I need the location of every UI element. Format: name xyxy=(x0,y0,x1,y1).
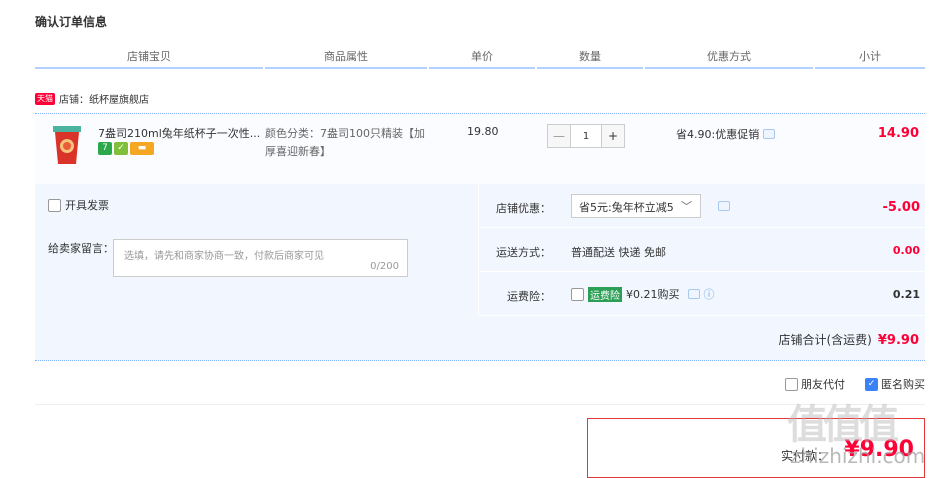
left-options: 开具发票 给卖家留言： 选填，请先和商家协商一致，付款后商家可见 0/200 xyxy=(35,184,478,316)
col-header-qty: 数量 xyxy=(537,48,643,69)
product-name-link[interactable]: 7盎司210ml兔年纸杯子一次性... xyxy=(98,125,263,141)
purchase-options: 朋友代付 ✓ 匿名购买 xyxy=(785,376,925,392)
order-options-panel: 开具发票 给卖家留言： 选填，请先和商家协商一致，付款后商家可见 0/200 店… xyxy=(35,184,926,361)
shipping-method: 普通配送 快递 免邮 xyxy=(571,246,666,259)
invoice-label: 开具发票 xyxy=(65,199,109,212)
table-header: 店铺宝贝 商品属性 单价 数量 优惠方式 小计 xyxy=(35,48,925,69)
shop-name-link[interactable]: 店铺：纸杯屋旗舰店 xyxy=(59,91,149,106)
anonymous-option[interactable]: ✓ 匿名购买 xyxy=(865,376,925,392)
promo-text: 省4.90:优惠促销 xyxy=(676,128,760,141)
col-header-subtotal: 小计 xyxy=(815,48,925,69)
table-row: 7盎司210ml兔年纸杯子一次性... 7 ✓ ▬ 颜色分类：7盎司100只精装… xyxy=(35,113,925,184)
promo-info: 省4.90:优惠促销 xyxy=(676,126,776,142)
message-char-count: 0/200 xyxy=(370,261,399,272)
insurance-row: 运费险： 运费险 ¥0.21购买 ⓘ 0.21 xyxy=(479,272,926,316)
watermark-site: zhizhizhi.com xyxy=(790,444,926,468)
friend-pay-option[interactable]: 朋友代付 xyxy=(785,376,845,392)
shop-discount-select[interactable]: 省5元:兔年杯立减5 ﹀ xyxy=(571,194,701,218)
shop-discount-value: -5.00 xyxy=(882,200,920,215)
col-header-promo: 优惠方式 xyxy=(645,48,813,69)
friend-pay-checkbox[interactable] xyxy=(785,377,798,391)
shop-total: 店铺合计(含运费) ¥9.90 xyxy=(779,331,920,348)
shop-row: 天猫 店铺：纸杯屋旗舰店 xyxy=(35,91,149,106)
product-thumbnail[interactable] xyxy=(47,124,87,166)
shop-total-label: 店铺合计(含运费) xyxy=(778,333,872,347)
product-attribute: 颜色分类：7盎司100只精装【加厚喜迎新春】 xyxy=(265,127,425,158)
invoice-checkbox[interactable] xyxy=(48,198,61,212)
shipping-value: 0.00 xyxy=(892,244,920,257)
shop-discount-row: 店铺优惠： 省5元:兔年杯立减5 ﹀ -5.00 xyxy=(479,184,926,228)
seven-day-return-icon: 7 xyxy=(98,142,112,155)
shop-discount-selected: 省5元:兔年杯立减5 xyxy=(579,201,674,214)
insurance-price: ¥0.21购买 xyxy=(626,288,680,301)
watermark-logo: 值值值 xyxy=(787,402,899,448)
service-badges: 7 ✓ ▬ xyxy=(98,142,154,155)
anonymous-checkbox[interactable]: ✓ xyxy=(865,377,878,391)
insurance-label: 运费险： xyxy=(507,290,551,303)
qty-plus-button[interactable]: + xyxy=(601,124,625,148)
chat-icon[interactable] xyxy=(763,129,776,139)
shipping-label: 运送方式： xyxy=(496,246,551,259)
message-label: 给卖家留言： xyxy=(48,242,114,255)
col-header-price: 单价 xyxy=(429,48,535,69)
col-header-attr: 商品属性 xyxy=(265,48,427,69)
item-subtotal: 14.90 xyxy=(877,126,919,141)
chevron-down-icon: ﹀ xyxy=(681,200,692,213)
col-header-item: 店铺宝贝 xyxy=(35,48,263,69)
message-textarea[interactable]: 选填，请先和商家协商一致，付款后商家可见 0/200 xyxy=(113,239,408,277)
help-icon[interactable]: ⓘ xyxy=(704,286,715,302)
insurance-option[interactable]: 运费险 ¥0.21购买 ⓘ xyxy=(571,286,715,302)
page-title: 确认订单信息 xyxy=(35,15,108,29)
unit-price: 19.80 xyxy=(467,125,499,138)
qty-input[interactable]: 1 xyxy=(571,124,601,148)
guarantee-icon: ✓ xyxy=(114,142,128,155)
insurance-tag: 运费险 xyxy=(588,286,622,302)
shipping-row: 运送方式： 普通配送 快递 免邮 0.00 xyxy=(479,228,926,272)
chat-icon[interactable] xyxy=(718,201,730,211)
tmall-icon: 天猫 xyxy=(35,92,55,105)
message-placeholder: 选填，请先和商家协商一致，付款后商家可见 xyxy=(124,251,324,262)
qty-minus-button[interactable]: — xyxy=(547,124,571,148)
chat-icon[interactable] xyxy=(687,289,700,299)
insurance-value: 0.21 xyxy=(892,288,920,301)
friend-pay-label: 朋友代付 xyxy=(801,378,845,391)
shop-discount-label: 店铺优惠： xyxy=(496,202,551,215)
right-options: 店铺优惠： 省5元:兔年杯立减5 ﹀ -5.00 运送方式： 普通配送 快递 免… xyxy=(478,184,926,316)
anonymous-label: 匿名购买 xyxy=(881,378,925,391)
quantity-stepper: — 1 + xyxy=(547,124,625,148)
invoice-option[interactable]: 开具发票 xyxy=(48,197,109,213)
credit-card-icon: ▬ xyxy=(130,142,154,155)
shop-total-value: ¥9.90 xyxy=(877,333,919,348)
insurance-checkbox[interactable] xyxy=(571,287,584,301)
